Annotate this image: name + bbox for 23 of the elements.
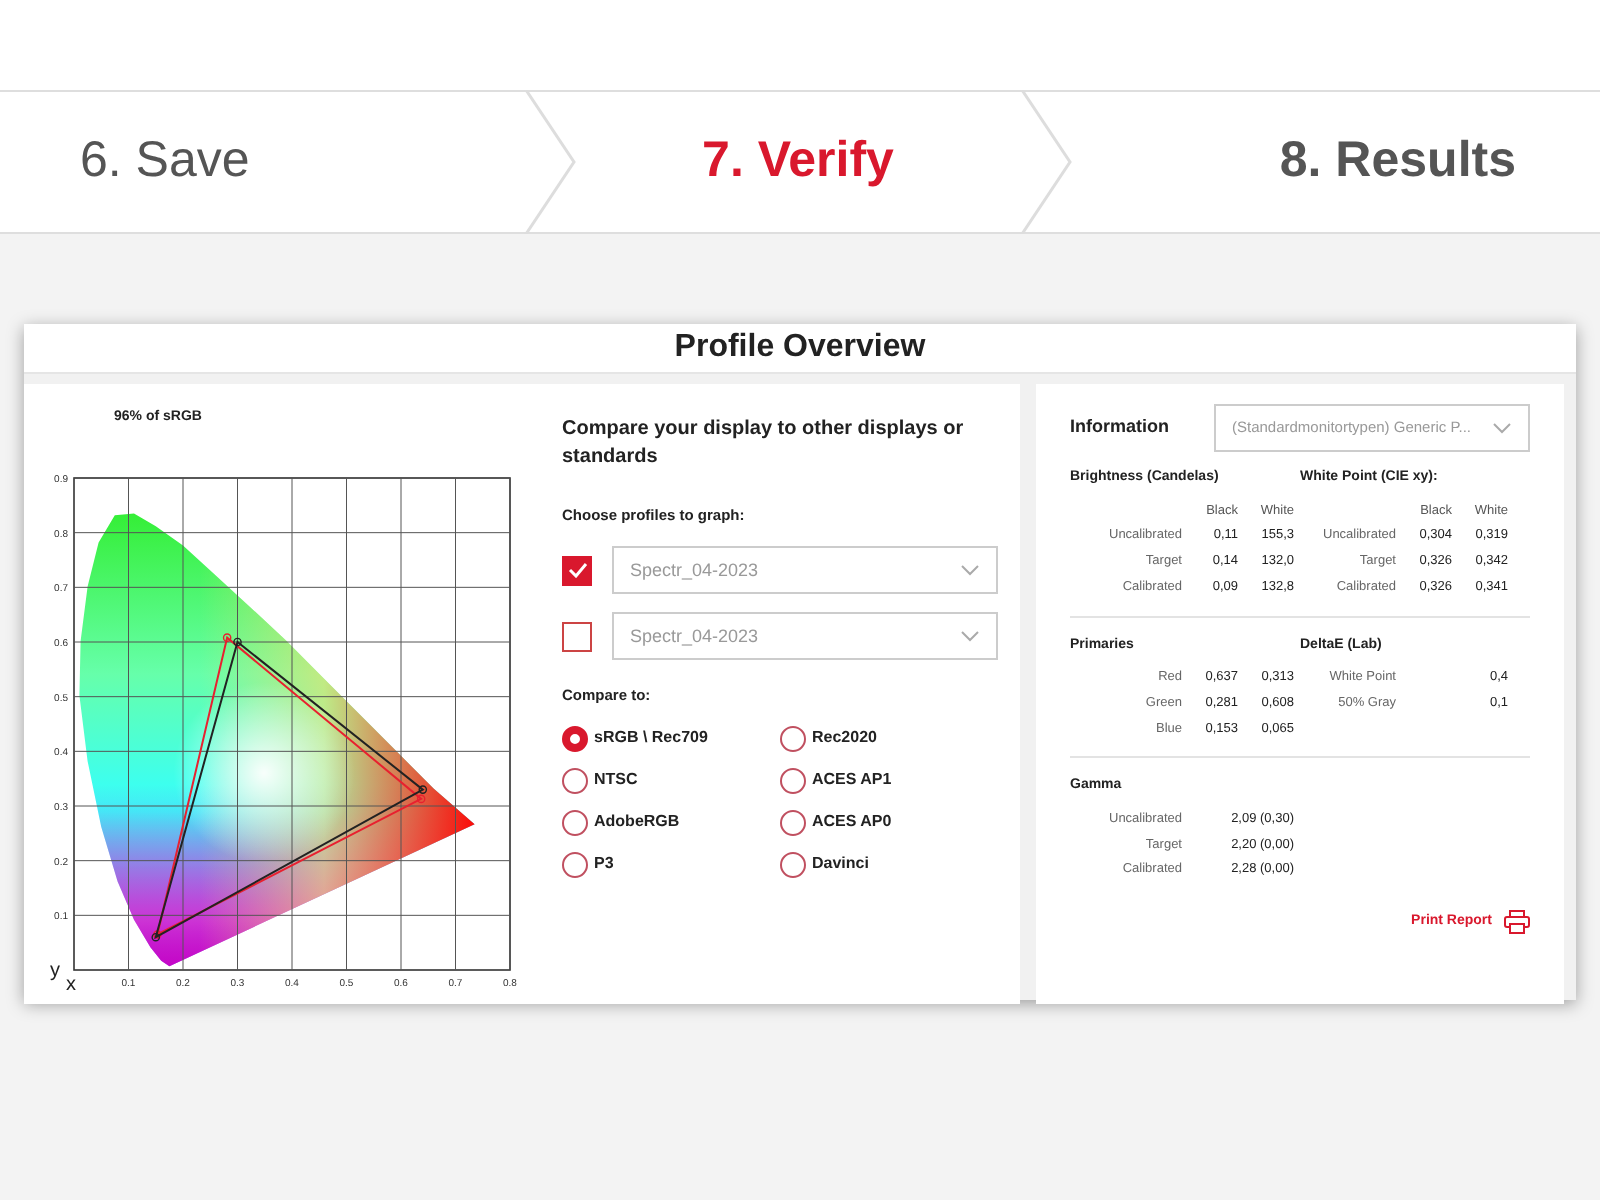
chevron-down-icon (960, 630, 980, 643)
standard-radio[interactable]: AdobeRGB (562, 809, 780, 835)
wizard-step[interactable]: 7. Verify (702, 124, 894, 200)
standard-radio[interactable]: ACES AP1 (780, 767, 998, 793)
standard-radio[interactable]: P3 (562, 851, 780, 877)
printer-icon (1504, 910, 1530, 934)
compare-heading: Compare your display to other displays or standards (562, 416, 966, 472)
standard-radio[interactable]: Davinci (780, 851, 998, 877)
information-title: Information (1070, 414, 1169, 441)
profile-checkbox[interactable] (562, 555, 592, 586)
chevron-down-icon (960, 564, 980, 577)
card-title: Profile Overview (24, 324, 1576, 374)
profile-checkbox[interactable] (562, 621, 592, 652)
checkmark-icon (567, 562, 587, 579)
standard-radio[interactable]: ACES AP0 (780, 809, 998, 835)
x-axis-label: x (66, 973, 76, 995)
y-axis-label: y (50, 959, 60, 981)
wizard-step[interactable]: 8. Results (1279, 124, 1516, 200)
standard-radio[interactable]: sRGB \ Rec709 (562, 725, 780, 751)
standard-radio[interactable]: NTSC (562, 767, 780, 793)
standard-radio[interactable]: Rec2020 (780, 725, 998, 751)
chevron-down-icon (1492, 422, 1512, 434)
wizard-step[interactable]: 6. Save (80, 124, 250, 200)
